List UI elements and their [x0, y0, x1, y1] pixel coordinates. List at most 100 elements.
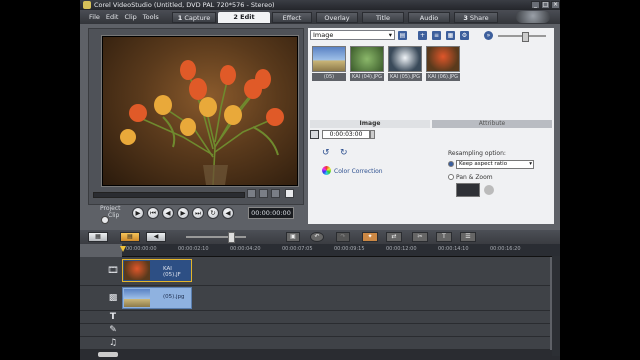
tab-attribute[interactable]: Attribute [432, 120, 552, 128]
duration-spinner[interactable] [370, 130, 375, 139]
menu-clip[interactable]: Clip [124, 10, 136, 24]
smart-proxy-button[interactable]: ✦ [362, 232, 378, 242]
thumbnail-label: KAI (04).JPG [350, 73, 384, 81]
timeline-ruler[interactable]: 00:00:00:00 00:00:02:10 00:00:04:20 00:0… [122, 244, 560, 257]
cut-clip-button[interactable] [271, 189, 280, 198]
color-correction-link[interactable]: Color Correction [334, 168, 383, 175]
fit-project-button[interactable]: ▣ [286, 232, 300, 242]
menu-edit[interactable]: Edit [106, 10, 119, 24]
clip-thumbnail [124, 289, 150, 307]
library-thumbnail[interactable]: (05) [312, 46, 346, 82]
timeline-view-button[interactable]: ▤ [120, 232, 140, 242]
timeline-zoom-thumb[interactable] [228, 232, 235, 243]
redo-button[interactable]: ↷ [336, 232, 350, 242]
preview-panel [88, 28, 304, 224]
import-icon[interactable]: + [418, 31, 427, 40]
play-button[interactable]: ▶ [132, 207, 144, 219]
music-track[interactable]: ♫ [80, 337, 550, 350]
minimize-button[interactable]: _ [531, 1, 540, 9]
chevron-down-icon: ▾ [388, 31, 392, 39]
library-thumbnail[interactable]: KAI (04).JPG [350, 46, 384, 82]
voice-track[interactable]: ✎ [80, 324, 550, 337]
multi-trim-button[interactable]: ✂ [412, 232, 428, 242]
sort-icon[interactable]: ≡ [432, 31, 441, 40]
library-thumbnail[interactable]: KAI (06).JPG [426, 46, 460, 82]
timeline-toolbar: ▦ ▤ ◀ ▣ ↶ ↷ ✦ ⇄ ✂ T ☰ [80, 230, 560, 244]
options-icon[interactable]: ⚙ [460, 31, 469, 40]
view-icon[interactable]: ▦ [446, 31, 455, 40]
menu-file[interactable]: File [89, 10, 100, 24]
overlay-clip[interactable]: (05).jpg [122, 287, 192, 309]
library-category-dropdown[interactable]: Image ▾ [310, 30, 395, 40]
volume-button[interactable]: ◀ [222, 207, 234, 219]
step-number: 2 [233, 13, 238, 21]
step-overlay[interactable]: Overlay [316, 12, 358, 23]
zoom-slider-thumb[interactable] [522, 32, 529, 42]
duration-field[interactable]: 0:00:03:00 [322, 130, 370, 139]
timeline-zoom-slider[interactable] [186, 236, 246, 238]
storyboard-view-button[interactable]: ▦ [88, 232, 108, 242]
step-capture[interactable]: 1 Capture [172, 12, 216, 23]
keep-aspect-radio[interactable] [448, 161, 454, 167]
preview-screen[interactable] [101, 35, 299, 187]
horizontal-scroll-thumb[interactable] [98, 352, 118, 357]
overlay-track[interactable]: ▩ (05).jpg [80, 286, 550, 311]
vertical-scrollbar[interactable] [552, 256, 560, 356]
audio-view-button[interactable]: ◀ [146, 232, 166, 242]
video-clip[interactable]: KAI (05).JF [122, 259, 192, 282]
tab-image[interactable]: Image [310, 120, 430, 128]
expand-icon[interactable]: » [484, 31, 493, 40]
timecode-display[interactable]: 00:00:00:00 [248, 207, 294, 219]
pan-zoom-preset[interactable] [456, 183, 480, 197]
undo-button[interactable]: ↶ [310, 232, 324, 242]
resampling-dropdown[interactable]: Keep aspect ratio ▾ [456, 160, 534, 169]
home-button[interactable]: ⏮ [147, 207, 159, 219]
close-button[interactable]: × [551, 1, 560, 9]
step-effect[interactable]: Effect [272, 12, 312, 23]
repeat-button[interactable]: ↻ [207, 207, 219, 219]
options-panel: Image Attribute 0:00:03:00 ↺ ↻ Color Cor… [308, 118, 554, 224]
pan-zoom-label: Pan & Zoom [456, 174, 493, 181]
menu-tools[interactable]: Tools [143, 10, 159, 24]
maximize-button[interactable]: □ [541, 1, 550, 9]
app-window: Corel VideoStudio (Untitled, DVD PAL 720… [80, 0, 560, 360]
video-track[interactable]: 🎞 KAI (05).JF [80, 257, 550, 286]
thumbnail-image [350, 46, 384, 72]
step-label: Capture [184, 14, 211, 22]
rotate-left-icon[interactable]: ↺ [322, 148, 332, 158]
mark-out-button[interactable] [259, 189, 268, 198]
next-frame-button[interactable]: ▶ [177, 207, 189, 219]
thumbnail-label: KAI (05).JPG [388, 73, 422, 81]
step-share[interactable]: 3 Share [454, 12, 498, 23]
thumbnail-label: (05) [312, 73, 346, 81]
library-thumbnail[interactable]: KAI (05).JPG [388, 46, 422, 82]
batch-convert-button[interactable]: ⇄ [386, 232, 402, 242]
title-track[interactable]: T [80, 311, 550, 324]
create-title-button[interactable]: T [436, 232, 452, 242]
clip-label[interactable]: Clip [108, 212, 119, 219]
step-edit[interactable]: 2 Edit [218, 12, 270, 23]
track-manager-button[interactable]: ☰ [460, 232, 476, 242]
enlarge-preview-button[interactable] [285, 189, 294, 198]
menu-bar: File Edit Clip Tools 1 Capture 2 Edit Ef… [80, 10, 560, 24]
previous-frame-button[interactable]: ◀ [162, 207, 174, 219]
project-label[interactable]: Project [100, 205, 121, 212]
corel-logo [516, 11, 550, 23]
chevron-down-icon: ▾ [529, 161, 532, 167]
ruler-tick: 00:00:02:10 [178, 246, 209, 252]
rotate-right-icon[interactable]: ↻ [340, 148, 350, 158]
thumbnail-image [312, 46, 346, 72]
microphone-icon: ✎ [109, 325, 117, 335]
mark-in-button[interactable] [247, 189, 256, 198]
end-button[interactable]: ⏭ [192, 207, 204, 219]
thumbnail-label: KAI (06).JPG [426, 73, 460, 81]
ruler-tick: 00:00:04:20 [230, 246, 261, 252]
pan-zoom-radio[interactable] [448, 174, 454, 180]
step-audio[interactable]: Audio [408, 12, 450, 23]
preview-scrub-bar[interactable] [93, 192, 245, 198]
folder-icon[interactable]: ▤ [398, 31, 407, 40]
customize-icon[interactable] [484, 185, 494, 195]
step-title[interactable]: Title [362, 12, 404, 23]
window-title: Corel VideoStudio (Untitled, DVD PAL 720… [94, 1, 275, 9]
library-category-value: Image [313, 31, 334, 39]
